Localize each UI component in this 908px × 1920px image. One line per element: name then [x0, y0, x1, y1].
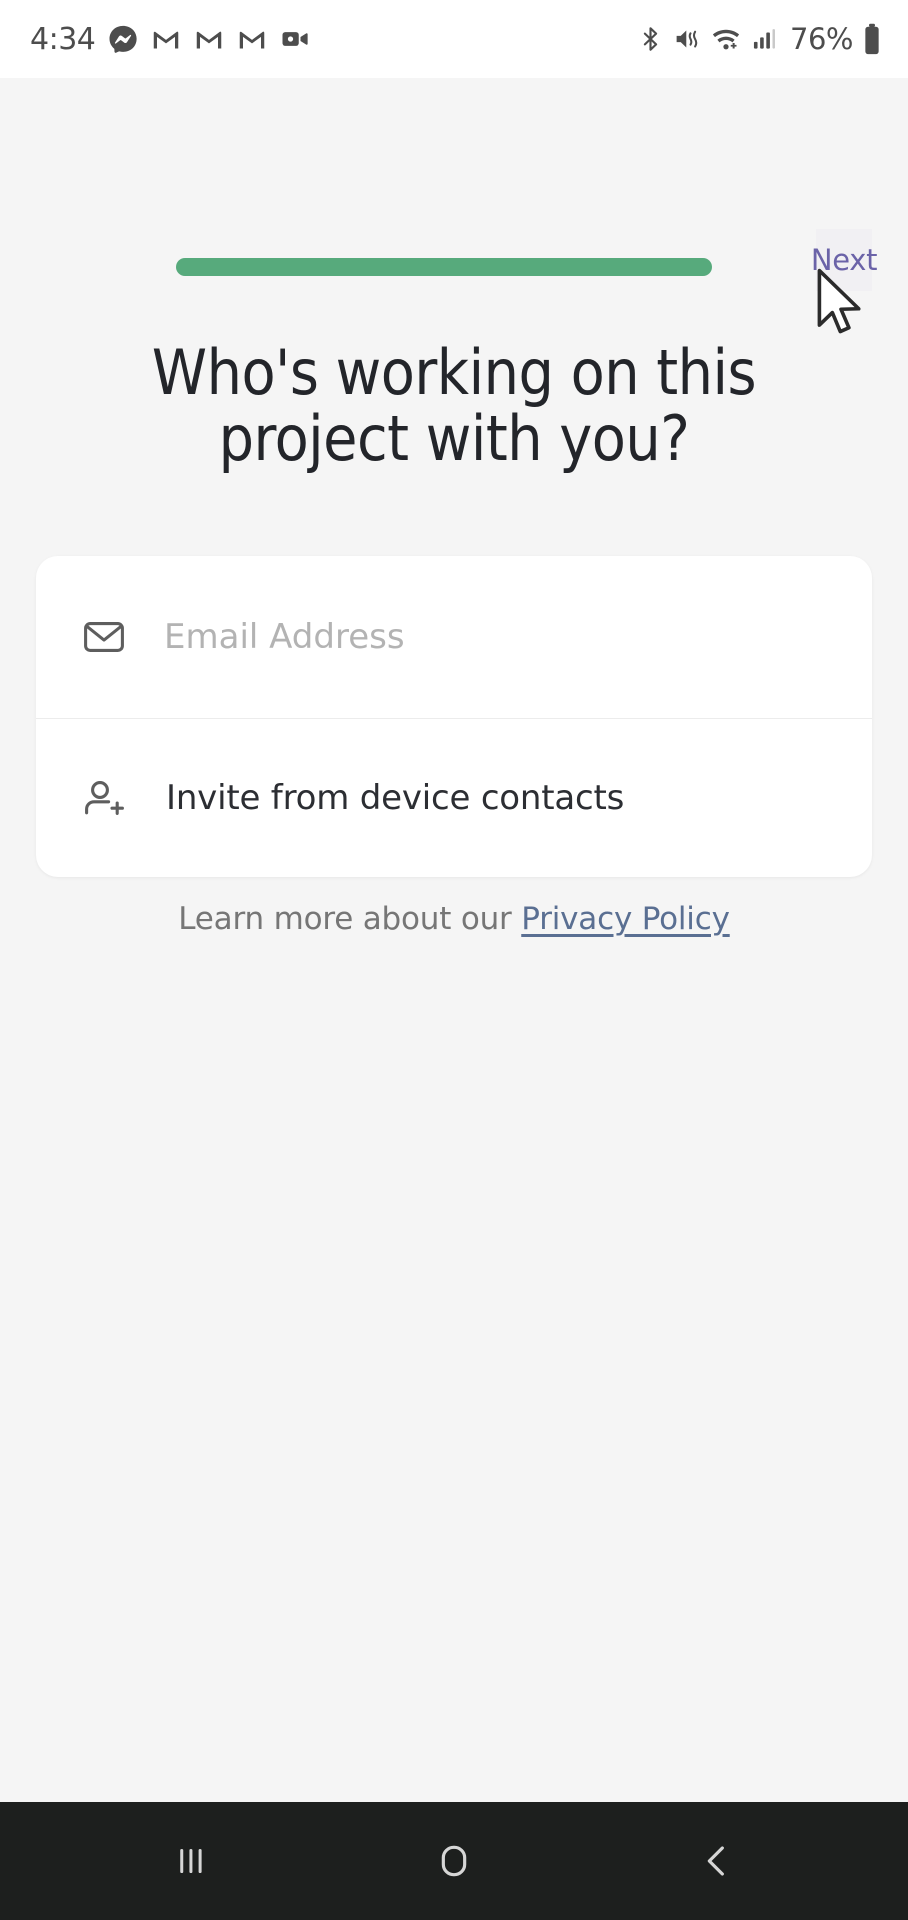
privacy-prefix-text: Learn more about our: [178, 901, 522, 937]
invite-card: Invite from device contacts: [36, 556, 872, 877]
gmail-icon-3: [237, 24, 267, 54]
status-bar-right: 76%: [637, 22, 882, 56]
next-button-label: Next: [810, 243, 878, 277]
bluetooth-icon: [637, 24, 664, 54]
status-bar-left: 4:34: [30, 22, 310, 57]
privacy-policy-line: Learn more about our Privacy Policy: [0, 901, 908, 937]
recents-button[interactable]: [131, 1802, 251, 1920]
progress-bar-fill: [176, 258, 712, 276]
back-button[interactable]: [657, 1802, 777, 1920]
page-title: Who's working on this project with you?: [151, 336, 757, 476]
invite-from-contacts-row[interactable]: Invite from device contacts: [36, 719, 872, 877]
status-clock: 4:34: [30, 21, 96, 57]
status-bar: 4:34 76%: [0, 0, 908, 78]
wifi-icon: [711, 24, 741, 54]
vibrate-mute-icon: [673, 24, 702, 54]
android-navigation-bar: [0, 1802, 908, 1920]
email-field-row[interactable]: [36, 556, 872, 718]
gmail-icon-2: [194, 24, 224, 54]
cellular-signal-icon: [750, 24, 777, 54]
battery-icon: [862, 23, 882, 55]
envelope-icon: [68, 614, 140, 660]
privacy-policy-link[interactable]: Privacy Policy: [521, 901, 730, 937]
video-camera-icon: [280, 24, 310, 54]
person-add-icon: [68, 774, 140, 822]
gmail-icon-1: [151, 24, 181, 54]
next-button[interactable]: Next: [811, 229, 877, 291]
home-button[interactable]: [394, 1802, 514, 1920]
progress-header-row: Next: [0, 78, 908, 291]
invite-from-contacts-label: Invite from device contacts: [166, 778, 625, 818]
onboarding-progress-bar: [176, 258, 712, 276]
battery-percent-label: 76%: [790, 22, 853, 56]
email-input[interactable]: [140, 607, 872, 667]
phone-screen: 4:34 76% Next Who's working on this proj…: [0, 0, 908, 1920]
onboarding-content: Next Who's working on this project with …: [0, 78, 908, 1802]
messenger-icon: [108, 24, 138, 54]
